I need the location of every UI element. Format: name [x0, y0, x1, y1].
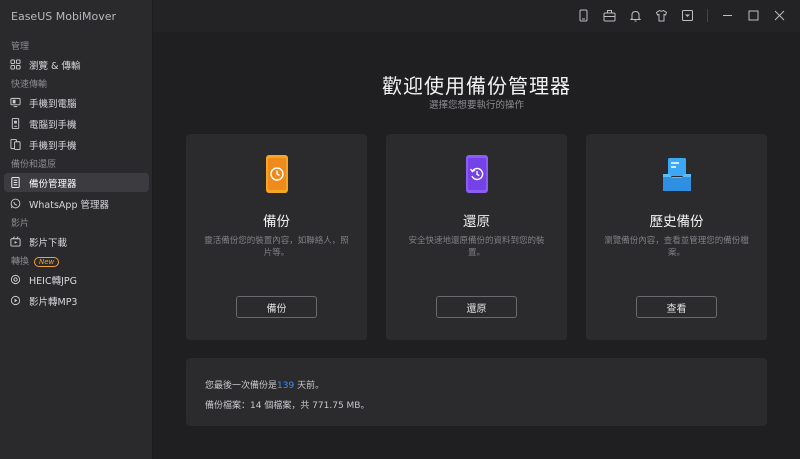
- backup-phone-icon: [262, 154, 292, 194]
- app-window: EaseUS MobiMover 管理 瀏覽 & 傳輸 快速傳輸 手機到電腦 電…: [0, 0, 800, 459]
- page-subtitle: 選擇您想要執行的操作: [428, 100, 524, 111]
- section-label-convert: 轉換 New: [0, 255, 153, 269]
- history-backup-card[interactable]: 歷史備份 瀏覽備份內容，查看並管理您的備份檔案。 查看: [586, 134, 767, 340]
- new-badge: New: [34, 257, 60, 267]
- device-icon[interactable]: [577, 9, 590, 22]
- backup-info-panel: 您最後一次備份是139 天前。 備份檔案：14 個檔案，共 771.75 MB。: [186, 358, 767, 426]
- sidebar-item-label: 備份管理器: [29, 178, 77, 190]
- whatsapp-icon: [10, 198, 21, 209]
- download-box-icon[interactable]: [681, 9, 694, 22]
- section-label-backup-restore: 備份和還原: [11, 160, 57, 170]
- view-button[interactable]: 查看: [636, 296, 717, 318]
- card-description: 瀏覽備份內容，查看並管理您的備份檔案。: [604, 236, 749, 258]
- last-backup-days: 139: [277, 381, 295, 391]
- app-title: EaseUS MobiMover: [11, 10, 116, 23]
- card-description: 安全快速地還原備份的資料到您的裝置。: [408, 236, 545, 258]
- sidebar-item-heic-to-jpg[interactable]: HEIC轉JPG: [4, 270, 149, 289]
- heic-convert-icon: [10, 274, 21, 285]
- restore-button[interactable]: 還原: [436, 296, 517, 318]
- shirt-icon[interactable]: [655, 9, 668, 22]
- section-label-manage: 管理: [11, 42, 30, 52]
- sidebar-item-whatsapp-manager[interactable]: WhatsApp 管理器: [4, 194, 149, 213]
- minimize-icon[interactable]: [721, 9, 734, 22]
- close-icon[interactable]: [773, 9, 786, 22]
- sidebar-item-label: 影片下載: [29, 237, 68, 249]
- sidebar-item-label: WhatsApp 管理器: [29, 199, 109, 211]
- title-bar-separator: [707, 9, 708, 22]
- section-label-quick-transfer: 快速傳輸: [11, 80, 48, 90]
- sidebar-item-backup-manager[interactable]: 備份管理器: [4, 173, 149, 192]
- action-cards: 備份 靈活備份您的裝置內容，如聯絡人，照片等。 備份 還原 安全快速地還原備份的…: [186, 134, 767, 340]
- backup-manager-icon: [10, 177, 21, 188]
- title-bar-icons: [577, 9, 786, 22]
- card-title: 備份: [263, 214, 290, 230]
- browse-icon: [10, 59, 21, 70]
- sidebar-item-video-download[interactable]: 影片下載: [4, 232, 149, 251]
- backup-button[interactable]: 備份: [236, 296, 317, 318]
- maximize-icon[interactable]: [747, 9, 760, 22]
- pc-to-phone-icon: [10, 118, 21, 129]
- history-backup-icon: [662, 154, 692, 194]
- sidebar-item-label: 手機到手機: [29, 140, 77, 152]
- sidebar-item-phone-to-phone[interactable]: 手機到手機: [4, 135, 149, 154]
- main-content: 歡迎使用備份管理器 選擇您想要執行的操作 備份 靈活備份您的裝置內容，如聯絡人，…: [153, 32, 800, 459]
- backup-card[interactable]: 備份 靈活備份您的裝置內容，如聯絡人，照片等。 備份: [186, 134, 367, 340]
- sidebar-item-browse-transfer[interactable]: 瀏覽 & 傳輸: [4, 55, 149, 74]
- card-title: 還原: [463, 214, 490, 230]
- sidebar-item-pc-to-phone[interactable]: 電腦到手機: [4, 114, 149, 133]
- sidebar-item-label: 影片轉MP3: [29, 296, 78, 308]
- section-label-video: 影片: [11, 219, 30, 229]
- card-description: 靈活備份您的裝置內容，如聯絡人，照片等。: [204, 236, 349, 258]
- sidebar: EaseUS MobiMover 管理 瀏覽 & 傳輸 快速傳輸 手機到電腦 電…: [0, 0, 153, 459]
- backup-files-line: 備份檔案：14 個檔案，共 771.75 MB。: [205, 401, 370, 411]
- sidebar-item-label: 電腦到手機: [29, 119, 77, 131]
- sidebar-item-phone-to-pc[interactable]: 手機到電腦: [4, 93, 149, 112]
- restore-card[interactable]: 還原 安全快速地還原備份的資料到您的裝置。 還原: [386, 134, 567, 340]
- sidebar-item-label: HEIC轉JPG: [29, 275, 77, 287]
- card-title: 歷史備份: [649, 214, 704, 230]
- restore-phone-icon: [462, 154, 492, 194]
- sidebar-item-label: 瀏覽 & 傳輸: [29, 60, 81, 72]
- phone-to-pc-icon: [10, 97, 21, 108]
- phone-to-phone-icon: [10, 139, 21, 150]
- toolbox-icon[interactable]: [603, 9, 616, 22]
- video-download-icon: [10, 236, 21, 247]
- bell-icon[interactable]: [629, 9, 642, 22]
- sidebar-item-video-to-mp3[interactable]: 影片轉MP3: [4, 291, 149, 310]
- page-title: 歡迎使用備份管理器: [382, 74, 571, 98]
- title-bar: [153, 0, 800, 32]
- video-to-mp3-icon: [10, 295, 21, 306]
- last-backup-line: 您最後一次備份是139 天前。: [205, 381, 325, 391]
- sidebar-nav: 管理 瀏覽 & 傳輸 快速傳輸 手機到電腦 電腦到手機 手機到手機 備份和還原 …: [0, 36, 153, 312]
- sidebar-item-label: 手機到電腦: [29, 98, 77, 110]
